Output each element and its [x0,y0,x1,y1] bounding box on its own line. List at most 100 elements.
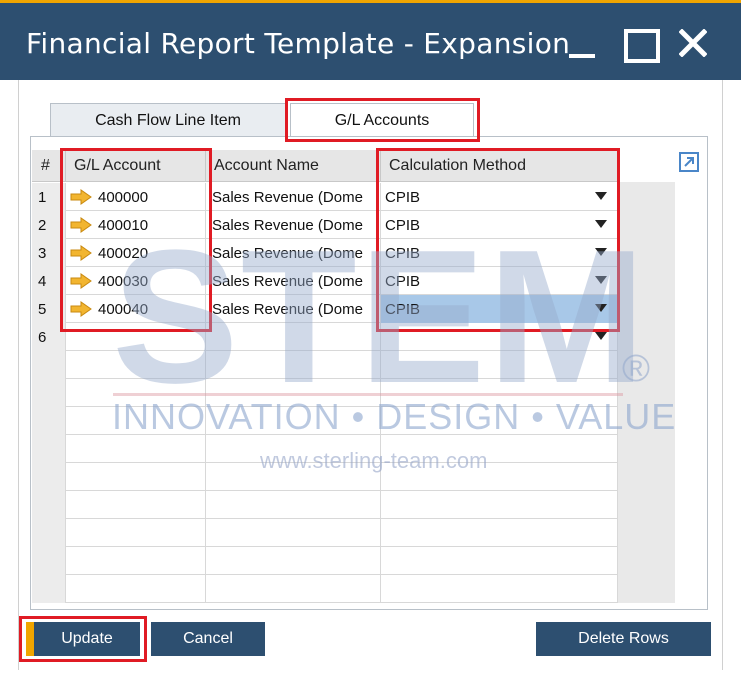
table-row[interactable] [32,547,618,575]
header-calculation-method[interactable]: Calculation Method [381,150,618,182]
calculation-method-cell[interactable] [381,407,618,435]
maximize-icon[interactable] [618,23,662,67]
table-row[interactable] [32,519,618,547]
header-row-number: # [32,150,66,182]
account-name-cell[interactable] [206,407,381,435]
row-number[interactable]: 4 [32,267,66,295]
row-number[interactable] [32,519,66,547]
row-number[interactable] [32,379,66,407]
header-account-name[interactable]: Account Name [206,150,381,182]
account-name-cell[interactable] [206,547,381,575]
calculation-method-cell[interactable] [381,379,618,407]
calculation-method-cell[interactable]: CPIB [381,183,618,211]
account-name-cell[interactable]: Sales Revenue (Dome [206,267,381,295]
grid-header: # G/L Account Account Name Calculation M… [32,150,618,182]
arrow-right-icon[interactable] [70,189,92,205]
table-row[interactable] [32,491,618,519]
row-number[interactable]: 3 [32,239,66,267]
gl-account-cell[interactable]: 400000 [66,183,206,211]
row-number[interactable] [32,547,66,575]
calculation-method-cell[interactable]: CPIB [381,295,618,323]
table-row[interactable]: 6 [32,323,618,351]
account-name-cell[interactable] [206,575,381,603]
account-name-cell[interactable]: Sales Revenue (Dome [206,183,381,211]
calculation-method-cell[interactable] [381,519,618,547]
gl-account-cell[interactable] [66,547,206,575]
calculation-method-cell[interactable] [381,491,618,519]
gl-account-cell[interactable] [66,351,206,379]
cancel-button[interactable]: Cancel [151,622,265,656]
table-row[interactable]: 4 400030 Sales Revenue (Dome CPIB [32,267,618,295]
header-gl-account[interactable]: G/L Account [66,150,206,182]
account-name-cell[interactable] [206,463,381,491]
arrow-right-icon[interactable] [70,273,92,289]
arrow-right-icon[interactable] [70,301,92,317]
table-row[interactable] [32,435,618,463]
gl-account-cell[interactable] [66,435,206,463]
delete-rows-button[interactable]: Delete Rows [536,622,711,656]
account-name-cell[interactable] [206,351,381,379]
calculation-method-cell[interactable] [381,435,618,463]
chevron-down-icon[interactable] [595,192,607,200]
chevron-down-icon[interactable] [595,220,607,228]
calculation-method-cell[interactable] [381,351,618,379]
expand-icon[interactable] [679,152,699,172]
close-icon[interactable] [671,23,715,67]
row-number[interactable] [32,435,66,463]
gl-account-cell[interactable] [66,491,206,519]
arrow-right-icon[interactable] [70,217,92,233]
gl-account-cell[interactable] [66,519,206,547]
table-row[interactable]: 2 400010 Sales Revenue (Dome CPIB [32,211,618,239]
calculation-method-cell[interactable]: CPIB [381,267,618,295]
gl-account-cell[interactable] [66,323,206,351]
table-row[interactable]: 1 400000 Sales Revenue (Dome CPIB [32,183,618,211]
account-name-cell[interactable] [206,323,381,351]
chevron-down-icon[interactable] [595,276,607,284]
account-name-cell[interactable]: Sales Revenue (Dome [206,211,381,239]
calculation-method-cell[interactable] [381,323,618,351]
row-number[interactable] [32,463,66,491]
calculation-method-cell[interactable] [381,547,618,575]
row-number[interactable]: 1 [32,183,66,211]
table-row[interactable]: 5 400040 Sales Revenue (Dome CPIB [32,295,618,323]
chevron-down-icon[interactable] [595,332,607,340]
account-name-cell[interactable] [206,491,381,519]
chevron-down-icon[interactable] [595,248,607,256]
gl-account-cell[interactable] [66,407,206,435]
row-number[interactable]: 2 [32,211,66,239]
row-number[interactable]: 5 [32,295,66,323]
gl-account-cell[interactable]: 400020 [66,239,206,267]
account-name-cell[interactable] [206,379,381,407]
table-row[interactable] [32,407,618,435]
gl-account-cell[interactable]: 400030 [66,267,206,295]
arrow-right-icon[interactable] [70,245,92,261]
calculation-method-cell[interactable] [381,575,618,603]
row-number[interactable]: 6 [32,323,66,351]
account-name-cell[interactable] [206,435,381,463]
chevron-down-icon[interactable] [595,304,607,312]
row-number[interactable] [32,491,66,519]
calculation-method-cell[interactable]: CPIB [381,211,618,239]
tab-cash-flow-line-item[interactable]: Cash Flow Line Item [50,103,286,137]
row-number[interactable] [32,351,66,379]
calculation-method-cell[interactable]: CPIB [381,239,618,267]
calculation-method-cell[interactable] [381,463,618,491]
table-row[interactable] [32,379,618,407]
gl-account-cell[interactable]: 400040 [66,295,206,323]
gl-account-cell[interactable] [66,463,206,491]
row-number[interactable] [32,575,66,603]
gl-account-cell[interactable]: 400010 [66,211,206,239]
table-row[interactable]: 3 400020 Sales Revenue (Dome CPIB [32,239,618,267]
gl-account-cell[interactable] [66,379,206,407]
table-row[interactable] [32,351,618,379]
table-row[interactable] [32,575,618,603]
account-name-cell[interactable] [206,519,381,547]
gl-account-cell[interactable] [66,575,206,603]
account-name-cell[interactable]: Sales Revenue (Dome [206,295,381,323]
table-row[interactable] [32,463,618,491]
update-button[interactable]: Update [26,622,140,656]
tab-gl-accounts[interactable]: G/L Accounts [290,103,474,137]
account-name-cell[interactable]: Sales Revenue (Dome [206,239,381,267]
minimize-icon[interactable] [561,23,605,67]
row-number[interactable] [32,407,66,435]
